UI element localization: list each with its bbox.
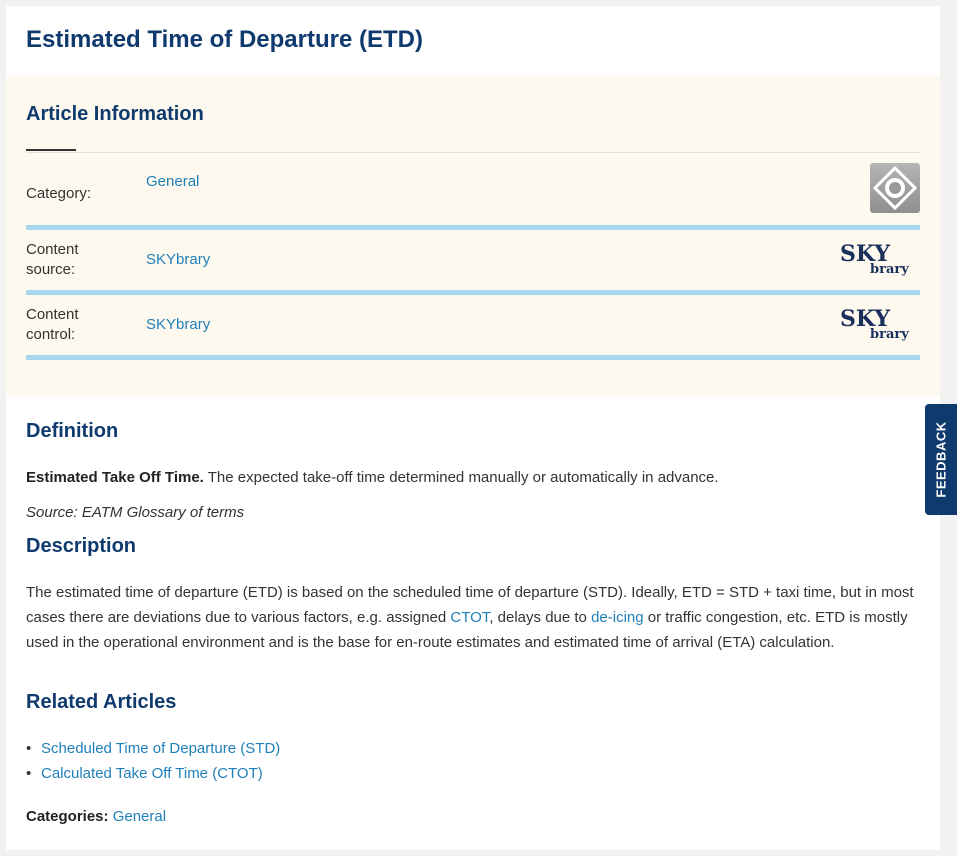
categories-general-link[interactable]: General <box>113 808 166 825</box>
article-information-box: Article Information Category: General Co… <box>6 76 940 396</box>
definition-term: Estimated Take Off Time. <box>26 469 204 486</box>
skybrary-logo[interactable]: SKY brary <box>840 306 920 342</box>
definition-text: Estimated Take Off Time. The expected ta… <box>26 465 916 490</box>
info-heading-underline <box>26 149 76 151</box>
category-link[interactable]: General <box>146 173 199 190</box>
article-information-heading: Article Information <box>26 103 204 125</box>
svg-text:brary: brary <box>870 262 909 277</box>
category-general-icon[interactable] <box>870 163 920 213</box>
description-heading: Description <box>26 535 137 557</box>
article-page: Estimated Time of Departure (ETD) Articl… <box>6 6 940 850</box>
description-part2: , delays due to <box>489 609 592 626</box>
definition-heading: Definition <box>26 420 119 442</box>
info-row-separator <box>26 355 920 360</box>
info-row-content-source: Content source: SKYbrary SKY brary <box>26 233 920 298</box>
info-row-category: Category: General <box>26 163 920 233</box>
related-article-link[interactable]: Scheduled Time of Departure (STD) <box>41 740 280 757</box>
svg-text:brary: brary <box>870 327 909 342</box>
related-articles-list: Scheduled Time of Departure (STD) Calcul… <box>26 736 280 786</box>
list-item: Calculated Take Off Time (CTOT) <box>26 761 280 786</box>
info-row-separator <box>26 290 920 295</box>
content-source-label: Content source: <box>26 241 79 278</box>
list-item: Scheduled Time of Departure (STD) <box>26 736 280 761</box>
related-articles-heading: Related Articles <box>26 691 177 713</box>
related-article-link[interactable]: Calculated Take Off Time (CTOT) <box>41 765 263 782</box>
page-title: Estimated Time of Departure (ETD) <box>26 26 423 53</box>
categories-label: Categories: <box>26 808 109 825</box>
definition-body: The expected take-off time determined ma… <box>203 469 719 486</box>
info-heading-rule <box>26 152 920 153</box>
categories-footer: Categories: General <box>26 804 916 829</box>
description-text: The estimated time of departure (ETD) is… <box>26 580 916 655</box>
content-source-link[interactable]: SKYbrary <box>146 251 210 268</box>
category-label: Category: <box>26 185 92 202</box>
skybrary-logo[interactable]: SKY brary <box>840 241 920 277</box>
definition-source: Source: EATM Glossary of terms <box>26 504 245 521</box>
de-icing-link[interactable]: de-icing <box>591 609 644 626</box>
info-row-content-control: Content control: SKYbrary SKY brary <box>26 298 920 363</box>
info-row-separator <box>26 225 920 230</box>
content-control-link[interactable]: SKYbrary <box>146 316 210 333</box>
content-control-label: Content control: <box>26 306 79 343</box>
ctot-link[interactable]: CTOT <box>450 609 489 626</box>
feedback-tab[interactable]: FEEDBACK <box>925 404 957 515</box>
feedback-label: FEEDBACK <box>933 421 949 498</box>
